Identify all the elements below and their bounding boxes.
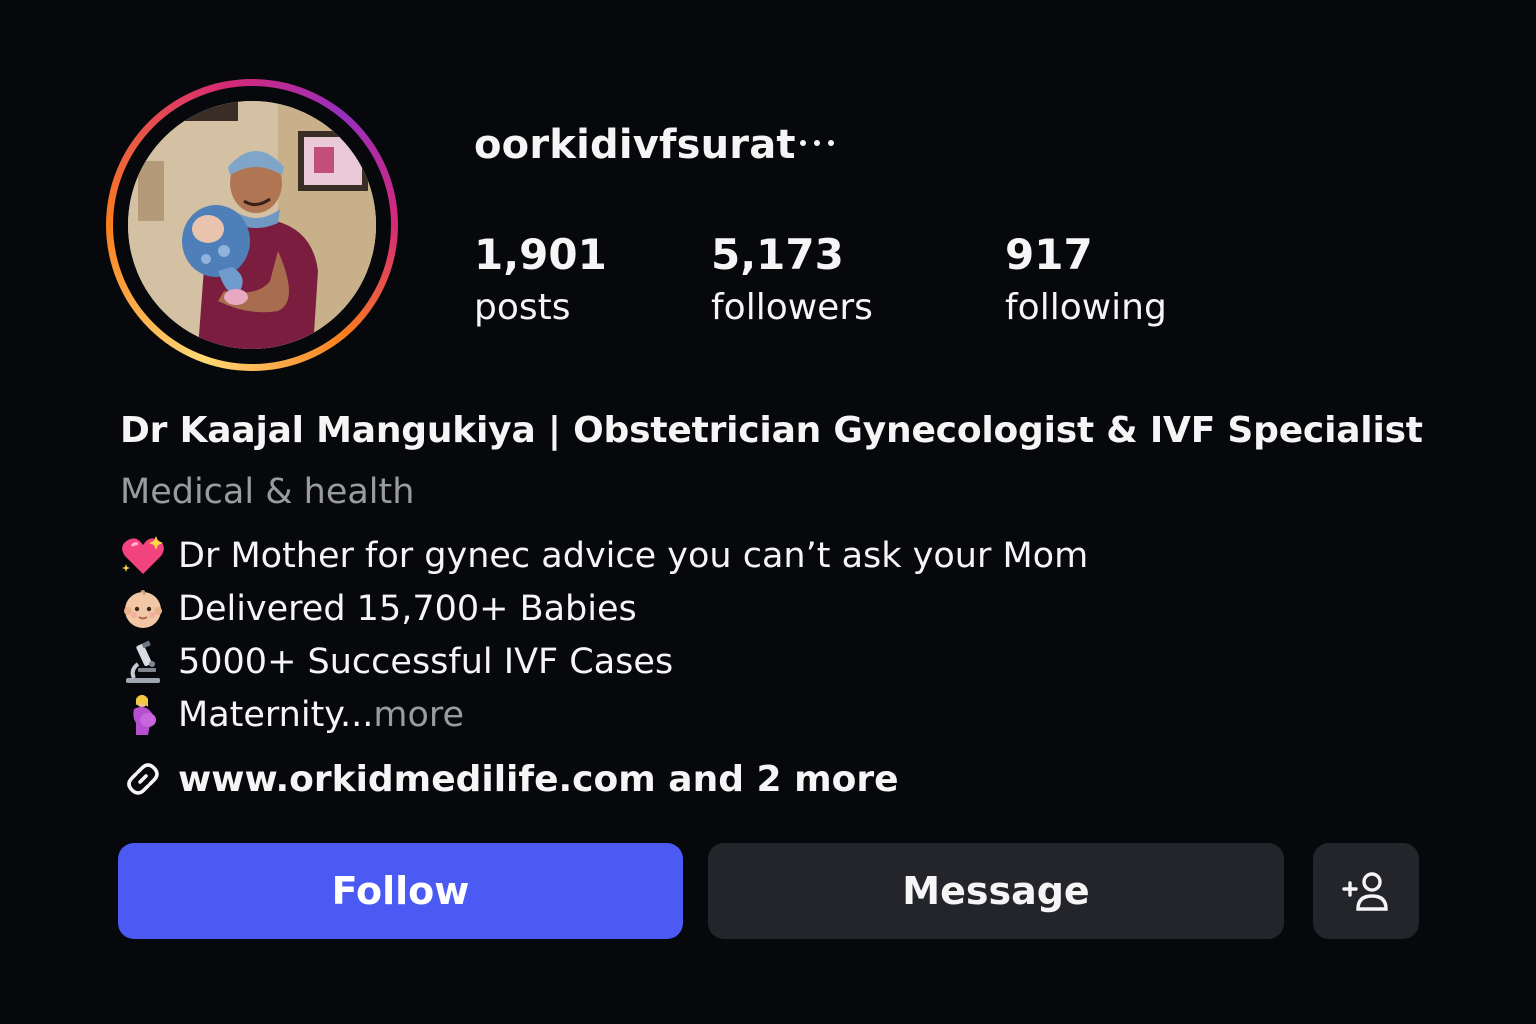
bio-line-4: Maternity... more <box>120 693 464 737</box>
following-stat[interactable]: 917 following <box>1005 230 1167 336</box>
display-name: Dr Kaajal Mangukiya | Obstetrician Gynec… <box>120 410 1423 451</box>
pregnant-woman-icon <box>120 693 168 737</box>
following-count: 917 <box>1005 230 1093 279</box>
posts-label: posts <box>474 287 571 328</box>
category-label: Medical & health <box>120 472 415 512</box>
username: oorkidivfsurat <box>474 122 796 168</box>
baby-icon <box>120 587 168 631</box>
bio-text: Maternity... <box>178 695 374 735</box>
link-text: www.orkidmedilife.com and 2 more <box>178 758 899 800</box>
followers-count: 5,173 <box>711 230 844 279</box>
follow-button[interactable]: Follow <box>118 843 683 939</box>
bio-line-1: Dr Mother for gynec advice you can’t ask… <box>120 534 1088 578</box>
bio-text: Dr Mother for gynec advice you can’t ask… <box>178 536 1089 576</box>
link-icon <box>127 763 159 795</box>
profile-page: oorkidivfsurat 1,901 posts 5,173 followe… <box>0 0 1536 1024</box>
posts-count: 1,901 <box>474 230 607 279</box>
avatar[interactable] <box>128 101 376 349</box>
add-user-icon <box>1342 872 1388 911</box>
microscope-icon <box>120 640 168 684</box>
bio-line-3: 5000+ Successful IVF Cases <box>120 640 673 684</box>
more-horizontal-icon[interactable] <box>796 126 838 160</box>
followers-label: followers <box>711 287 873 328</box>
bio-more-link[interactable]: more <box>373 695 464 735</box>
sparkling-heart-icon <box>120 534 168 578</box>
story-ring[interactable] <box>106 79 398 371</box>
avatar-photo <box>128 101 376 349</box>
message-label: Message <box>902 869 1090 913</box>
followers-stat[interactable]: 5,173 followers <box>711 230 873 336</box>
profile-link[interactable]: www.orkidmedilife.com and 2 more <box>120 756 899 802</box>
bio-text: 5000+ Successful IVF Cases <box>178 642 674 682</box>
message-button[interactable]: Message <box>708 843 1284 939</box>
add-user-button[interactable] <box>1313 843 1419 939</box>
posts-stat[interactable]: 1,901 posts <box>474 230 607 336</box>
follow-label: Follow <box>331 869 470 913</box>
following-label: following <box>1005 287 1167 328</box>
bio-text: Delivered 15,700+ Babies <box>178 589 637 629</box>
bio-line-2: Delivered 15,700+ Babies <box>120 587 637 631</box>
